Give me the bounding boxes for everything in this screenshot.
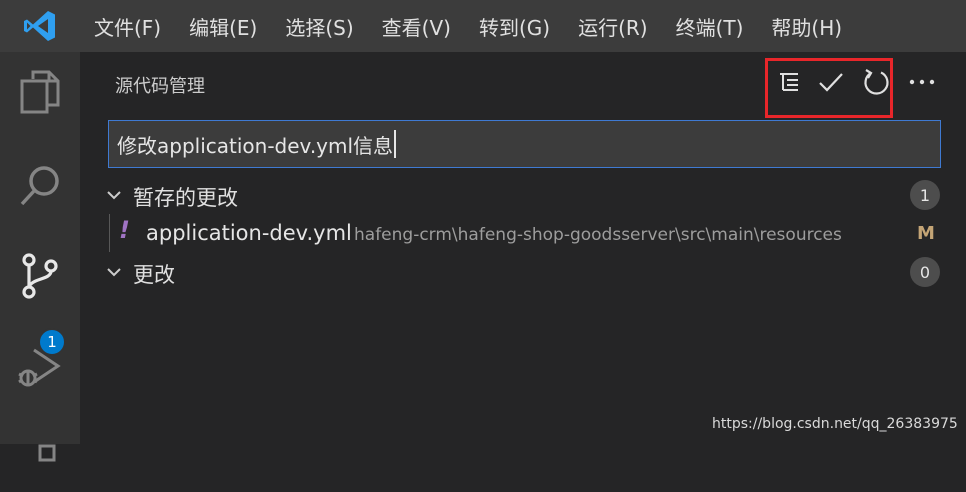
menu-terminal[interactable]: 终端(T) <box>662 0 758 52</box>
commit-message-text: 修改application-dev.yml信息 <box>117 133 394 158</box>
text-caret <box>394 130 397 158</box>
files-icon[interactable] <box>0 52 80 132</box>
commit-message-input[interactable]: 修改application-dev.yml信息 <box>108 120 941 168</box>
staged-file-row[interactable]: ! application-dev.yml hafeng-crm\hafeng-… <box>80 214 966 252</box>
source-control-icon[interactable] <box>0 236 80 316</box>
menubar: 文件(F) 编辑(E) 选择(S) 查看(V) 转到(G) 运行(R) 终端(T… <box>0 0 966 52</box>
vscode-logo-icon <box>0 0 80 52</box>
menu-view[interactable]: 查看(V) <box>368 0 465 52</box>
indent-guide <box>109 214 110 252</box>
staged-changes-label: 暂存的更改 <box>133 186 238 210</box>
search-icon[interactable] <box>0 146 80 226</box>
commit-check-icon[interactable] <box>813 64 849 100</box>
panel-title: 源代码管理 <box>115 76 205 97</box>
yaml-file-icon: ! <box>119 216 130 244</box>
menu-edit[interactable]: 编辑(E) <box>175 0 271 52</box>
refresh-icon[interactable] <box>858 64 894 100</box>
file-path: hafeng-crm\hafeng-shop-goodsserver\src\m… <box>354 225 842 245</box>
run-debug-icon[interactable] <box>0 328 80 408</box>
menu-file[interactable]: 文件(F) <box>80 0 175 52</box>
staged-count-badge: 1 <box>910 180 940 210</box>
view-as-tree-icon[interactable] <box>771 64 807 100</box>
chevron-down-icon <box>107 191 121 200</box>
extensions-icon[interactable] <box>0 412 80 492</box>
menu-help[interactable]: 帮助(H) <box>757 0 856 52</box>
staged-changes-group[interactable]: 暂存的更改 1 <box>80 176 966 214</box>
chevron-down-icon <box>107 268 121 277</box>
menu-go[interactable]: 转到(G) <box>465 0 564 52</box>
menu-run[interactable]: 运行(R) <box>564 0 662 52</box>
more-actions-icon[interactable] <box>904 64 940 100</box>
menu-selection[interactable]: 选择(S) <box>271 0 367 52</box>
file-status-modified: M <box>917 223 935 244</box>
changes-label: 更改 <box>133 263 175 287</box>
activity-bar: 1 <box>0 52 80 462</box>
changes-group[interactable]: 更改 0 <box>80 253 966 291</box>
watermark-text: https://blog.csdn.net/qq_26383975 <box>712 416 958 432</box>
source-control-panel: 源代码管理 修改application-dev.yml信息 暂存的更改 1 ! … <box>80 52 966 444</box>
file-name: application-dev.yml <box>146 221 352 245</box>
changes-count-badge: 0 <box>910 257 940 287</box>
